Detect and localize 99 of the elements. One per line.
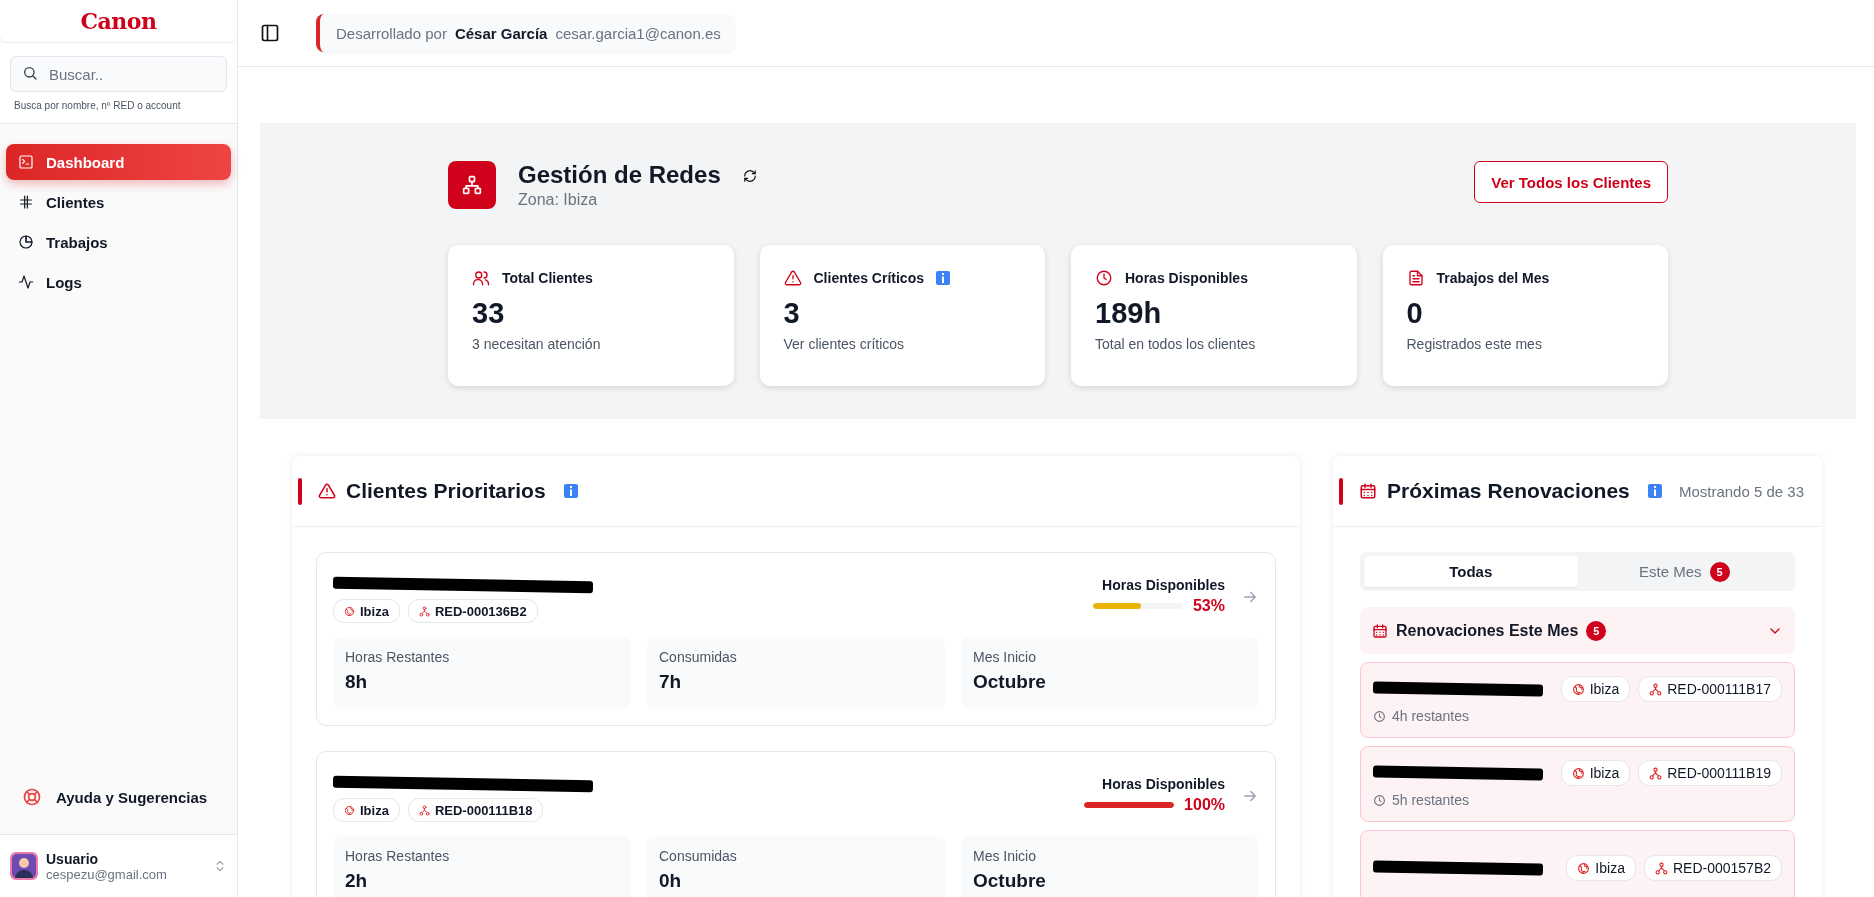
help-link[interactable]: Ayuda y Sugerencias — [0, 774, 237, 820]
stat-value: 0 — [1406, 297, 1424, 330]
info-icon — [936, 271, 950, 285]
stat-value: 3 — [783, 297, 801, 330]
tile-value: Octubre — [973, 671, 1047, 693]
tile-label: Horas Restantes — [345, 649, 451, 665]
network-icon — [1654, 861, 1668, 875]
tile-label: Horas Restantes — [345, 848, 451, 864]
remaining-hours: 4h restantes — [1392, 708, 1470, 724]
stat-note: Registrados este mes — [1406, 336, 1543, 352]
tile-value: 7h — [659, 671, 683, 693]
zone-tag: Ibiza — [1560, 760, 1631, 786]
credit-label: Desarrollado por — [336, 24, 447, 42]
network-id-tag: RED-000111B18 — [407, 798, 544, 822]
calendar-icon — [1359, 482, 1377, 500]
warning-icon — [783, 269, 802, 287]
clock-icon — [1095, 269, 1113, 287]
stat-note: 3 necesitan atención — [472, 336, 602, 352]
clock-icon — [1373, 793, 1386, 807]
hash-icon — [18, 194, 34, 210]
network-id-tag: RED-000111B19 — [1638, 760, 1782, 786]
nav-item[interactable]: Dashboard — [6, 144, 231, 180]
meter-label: Horas Disponibles — [1102, 776, 1225, 792]
globe-icon — [1571, 766, 1585, 780]
document-icon — [1406, 269, 1425, 287]
author-email: cesar.garcia1@canon.es — [555, 24, 721, 42]
user-menu[interactable]: Usuario cespezu@gmail.com — [0, 834, 237, 897]
info-icon — [563, 484, 578, 498]
zone-label: Zona: Ibiza — [518, 191, 599, 209]
tile-label: Mes Inicio — [973, 848, 1038, 864]
stat-note: Total en todos los clientes — [1095, 336, 1257, 352]
canon-logo[interactable]: Canon — [80, 8, 157, 34]
tile-value: 8h — [345, 671, 369, 693]
tile-label: Consumidas — [659, 649, 738, 665]
globe-icon — [1571, 682, 1585, 696]
users-icon — [472, 269, 490, 287]
stat-value: 33 — [472, 297, 506, 330]
network-icon — [1649, 766, 1663, 780]
stat-value: 189h — [1095, 297, 1163, 330]
network-icon — [1649, 682, 1663, 696]
tile-value: 0h — [659, 870, 683, 892]
warning-icon — [318, 482, 336, 500]
view-all-button[interactable]: Ver Todos los Clientes — [1474, 161, 1668, 203]
stat-note: Ver clientes críticos — [783, 336, 906, 352]
meter-label: Horas Disponibles — [1102, 577, 1225, 593]
info-icon — [1647, 484, 1662, 498]
nav-item[interactable]: Trabajos — [6, 224, 231, 260]
group-title: Renovaciones Este Mes — [1396, 621, 1579, 640]
client-card[interactable]: Ibiza RED-000136B2 Horas Disponibles 53% Horas Restantes 8h Consumidas 7h Mes Inicio Octubre — [316, 552, 1276, 726]
nav-item[interactable]: Clientes — [6, 184, 231, 220]
client-card[interactable]: Ibiza RED-000111B18 Horas Disponibles 100% Horas Restantes 2h Consumidas 0h Mes Inicio Octubre — [316, 751, 1276, 897]
clock-icon — [1373, 709, 1386, 723]
globe-icon — [344, 605, 355, 617]
zone-tag: Ibiza — [333, 798, 400, 822]
filter-tab[interactable]: Este Mes 5 — [1577, 556, 1791, 587]
tile-value: 2h — [345, 870, 369, 892]
group-header[interactable]: Renovaciones Este Mes 5 — [1360, 607, 1795, 654]
zone-tag: Ibiza — [1560, 676, 1631, 702]
remaining-hours: 5h restantes — [1392, 792, 1470, 808]
hours-percent: 53% — [1192, 597, 1225, 615]
network-icon — [418, 804, 430, 816]
renewal-item[interactable]: Ibiza RED-000157B2 — [1360, 830, 1795, 897]
filter-tab[interactable]: Todas — [1364, 556, 1578, 587]
pie-chart-icon — [18, 234, 34, 250]
author-name: César García — [454, 24, 548, 42]
terminal-icon — [18, 154, 34, 170]
network-icon — [462, 175, 482, 195]
tile-label: Consumidas — [659, 848, 738, 864]
zone-tag: Ibiza — [1566, 855, 1636, 881]
renewal-item[interactable]: Ibiza RED-000111B19 5h restantes — [1360, 746, 1795, 822]
stat-label: Total Clientes — [502, 270, 593, 286]
network-id-tag: RED-000157B2 — [1643, 855, 1782, 881]
count-badge: 5 — [1586, 620, 1607, 641]
stat-label: Trabajos del Mes — [1436, 270, 1550, 286]
zone-tag: Ibiza — [333, 599, 400, 623]
panel-title: Clientes Prioritarios — [346, 479, 546, 503]
globe-icon — [344, 804, 355, 816]
stat-label: Clientes Críticos — [813, 270, 924, 286]
network-id-tag: RED-000111B17 — [1638, 676, 1782, 702]
tile-value: Octubre — [973, 870, 1047, 892]
count-note: Mostrando 5 de 33 — [1678, 482, 1804, 500]
search-hint: Busca por nombre, nº RED o account — [14, 100, 182, 111]
pulse-icon — [18, 274, 34, 290]
search-field[interactable]: Buscar.. — [10, 56, 227, 92]
stat-label: Horas Disponibles — [1125, 270, 1248, 286]
calendar-icon — [1372, 622, 1388, 639]
hours-percent: 100% — [1184, 796, 1225, 814]
lifebuoy-icon — [22, 787, 42, 807]
count-badge: 5 — [1709, 561, 1730, 582]
avatar-icon — [10, 852, 38, 880]
page-title: Gestión de Redes — [518, 161, 721, 189]
nav-item[interactable]: Logs — [6, 264, 231, 300]
panel-title: Próximas Renovaciones — [1387, 479, 1630, 503]
network-icon — [418, 605, 430, 617]
network-id-tag: RED-000136B2 — [407, 599, 538, 623]
tile-label: Mes Inicio — [973, 649, 1038, 665]
globe-icon — [1577, 861, 1591, 875]
renewal-item[interactable]: Ibiza RED-000111B17 4h restantes — [1360, 662, 1795, 738]
panel-icon — [260, 23, 280, 43]
